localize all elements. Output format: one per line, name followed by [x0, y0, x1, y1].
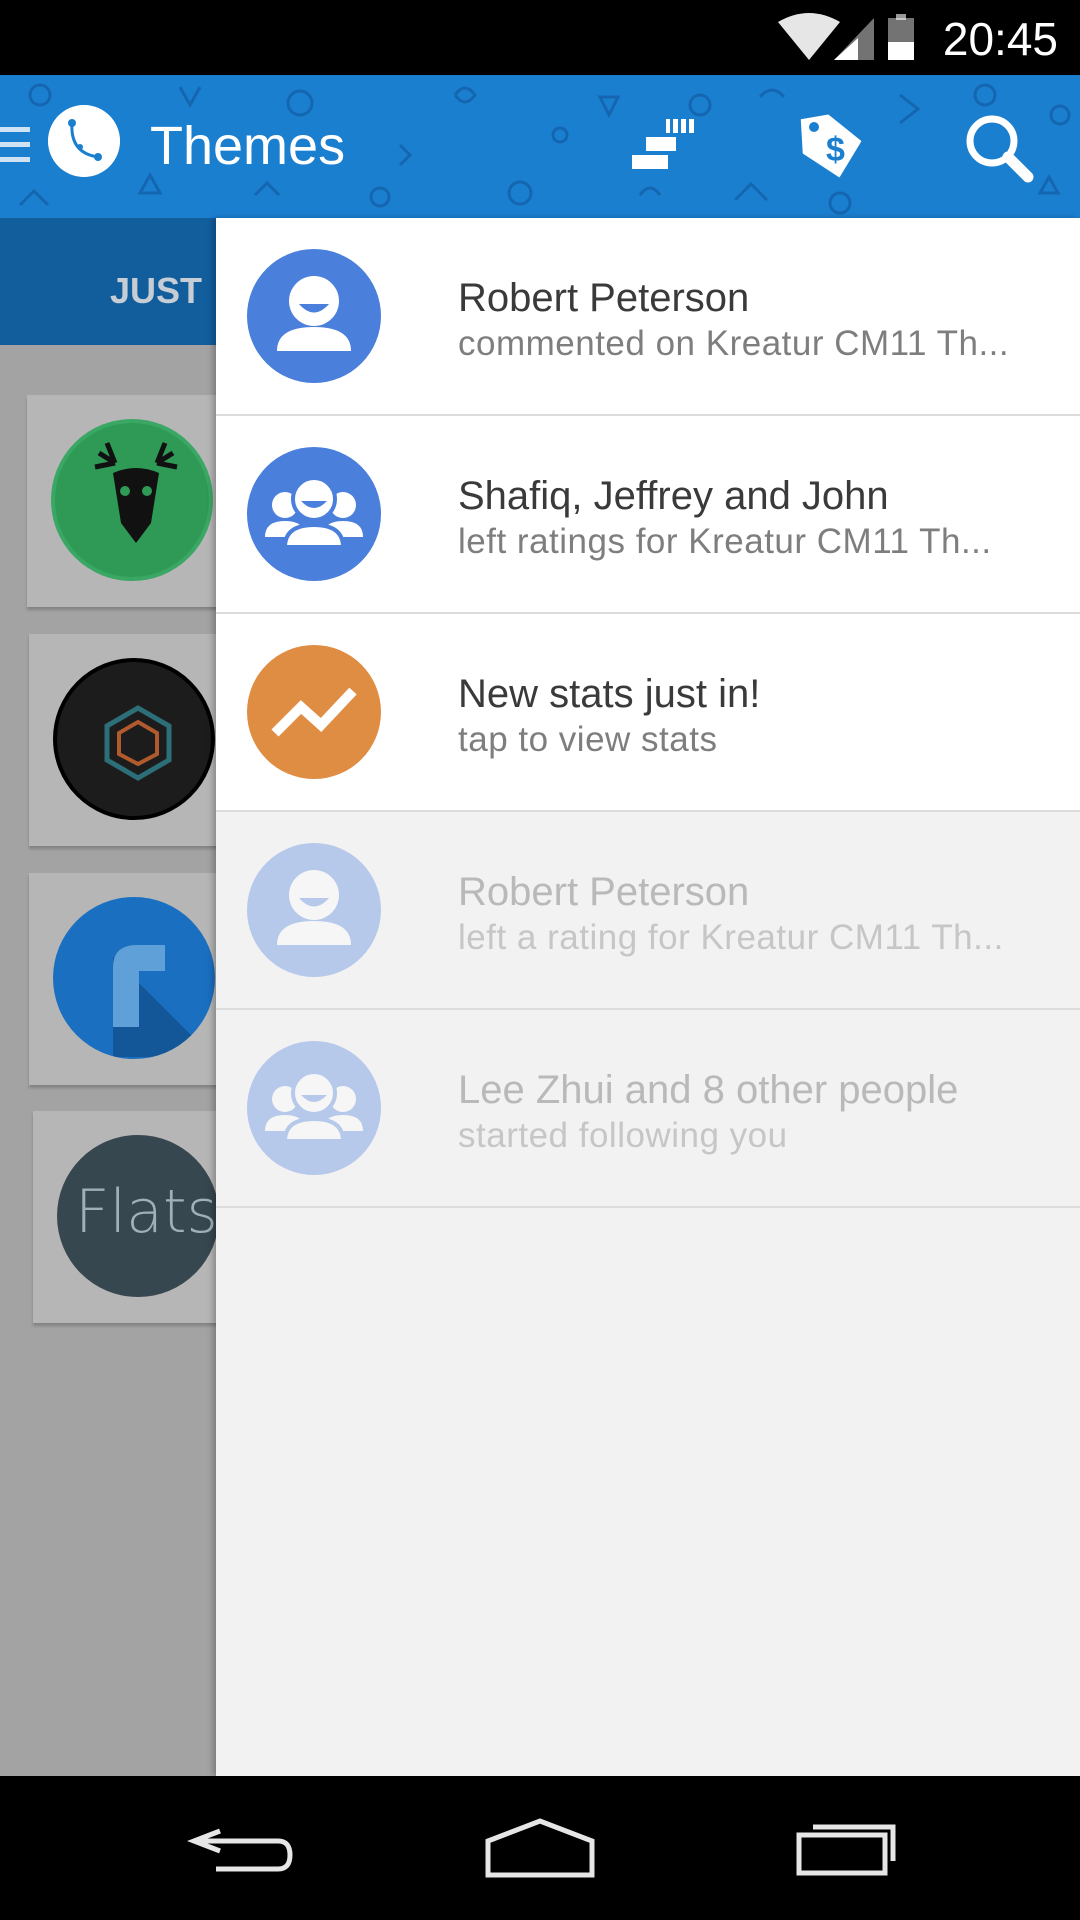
notification-subtitle: started following you — [458, 1116, 788, 1155]
recents-button[interactable] — [775, 1798, 915, 1898]
r-theme-icon — [53, 897, 215, 1059]
app-logo-icon[interactable] — [48, 105, 120, 177]
stats-button[interactable] — [610, 99, 706, 195]
notification-drawer: Robert Peterson commented on Kreatur CM1… — [216, 218, 1080, 1776]
notification-item[interactable]: Robert Peterson left a rating for Kreatu… — [216, 812, 1080, 1010]
notification-item[interactable]: Shafiq, Jeffrey and John left ratings fo… — [216, 416, 1080, 614]
notification-title: New stats just in! — [458, 672, 761, 716]
notification-item[interactable]: New stats just in! tap to view stats — [216, 614, 1080, 812]
battery-icon — [888, 14, 914, 60]
notification-subtitle: left ratings for Kreatur CM11 Th... — [458, 522, 992, 561]
notification-title: Shafiq, Jeffrey and John — [458, 474, 889, 518]
group-icon — [247, 447, 381, 581]
status-icons — [778, 13, 914, 60]
back-icon — [187, 1828, 293, 1872]
trending-up-icon — [247, 645, 381, 779]
menu-icon[interactable] — [0, 123, 30, 167]
theme-card[interactable]: Flats — [33, 1111, 243, 1323]
home-button[interactable] — [470, 1798, 610, 1898]
back-button[interactable] — [170, 1798, 310, 1898]
navigation-bar — [0, 1776, 1080, 1920]
theme-card[interactable] — [29, 873, 239, 1085]
svg-text:$: $ — [826, 131, 845, 169]
notification-title: Lee Zhui and 8 other people — [458, 1068, 959, 1112]
theme-card[interactable] — [27, 395, 237, 607]
price-tag-icon: $ — [800, 114, 862, 178]
search-icon — [966, 115, 1034, 183]
cell-signal-icon — [834, 18, 874, 60]
notification-title: Robert Peterson — [458, 870, 750, 914]
search-button[interactable] — [950, 99, 1046, 195]
group-icon — [247, 1041, 381, 1175]
flats-theme-label: Flats — [75, 1177, 218, 1247]
theme-card[interactable] — [29, 634, 239, 846]
tab-just[interactable]: JUST — [110, 270, 202, 312]
user-icon — [247, 249, 381, 383]
page-title: Themes — [150, 116, 346, 176]
action-bar: Themes $ — [0, 75, 1080, 218]
recents-icon — [796, 1824, 896, 1876]
notification-item[interactable]: Robert Peterson commented on Kreatur CM1… — [216, 218, 1080, 416]
premium-button[interactable]: $ — [780, 99, 876, 195]
notification-subtitle: left a rating for Kreatur CM11 Th... — [458, 918, 1004, 957]
notification-title: Robert Peterson — [458, 276, 750, 320]
notification-item[interactable]: Lee Zhui and 8 other people started foll… — [216, 1010, 1080, 1208]
user-icon — [247, 843, 381, 977]
stats-icon — [632, 119, 694, 169]
home-icon — [485, 1818, 595, 1878]
status-bar: 20:45 — [0, 0, 1080, 75]
hexagon-theme-icon — [53, 658, 215, 820]
notification-subtitle: tap to view stats — [458, 720, 718, 759]
flats-theme-icon: Flats — [57, 1135, 219, 1297]
wifi-icon — [778, 13, 840, 60]
notification-subtitle: commented on Kreatur CM11 Th... — [458, 324, 1010, 363]
tab-bar: JUST — [0, 218, 216, 345]
status-time: 20:45 — [942, 13, 1058, 65]
deer-skull-theme-icon — [51, 419, 213, 581]
